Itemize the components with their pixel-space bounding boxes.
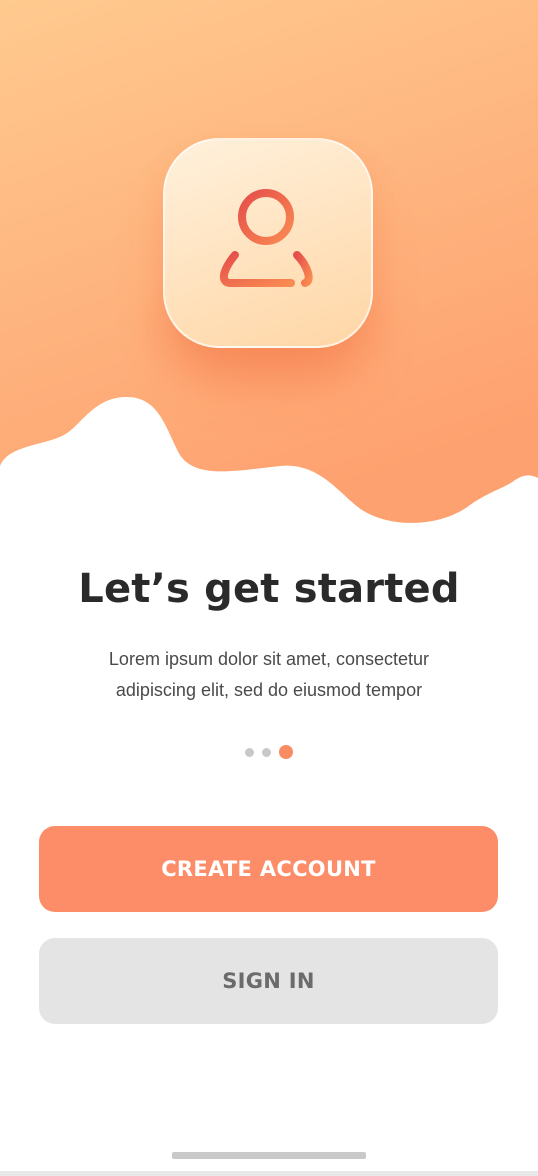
page-title: Let’s get started — [78, 566, 460, 612]
sign-in-button[interactable]: SIGN IN — [39, 938, 498, 1024]
pagination-dot-3-active[interactable] — [279, 745, 293, 759]
home-indicator — [172, 1152, 366, 1159]
subtitle-line-2: adipiscing elit, sed do eiusmod tempor — [115, 680, 423, 700]
profile-icon-card — [163, 138, 373, 348]
user-icon — [219, 189, 313, 287]
page-subtitle: Lorem ipsum dolor sit amet, consectetur … — [60, 644, 478, 706]
hero-banner — [0, 0, 538, 540]
pagination-dots — [0, 744, 538, 760]
create-account-button[interactable]: CREATE ACCOUNT — [39, 826, 498, 912]
subtitle-line-1: Lorem ipsum dolor sit amet, consectetur — [108, 649, 430, 669]
bottom-edge-divider — [0, 1171, 538, 1176]
pagination-dot-2[interactable] — [262, 747, 271, 757]
pagination-dot-1[interactable] — [245, 747, 254, 757]
